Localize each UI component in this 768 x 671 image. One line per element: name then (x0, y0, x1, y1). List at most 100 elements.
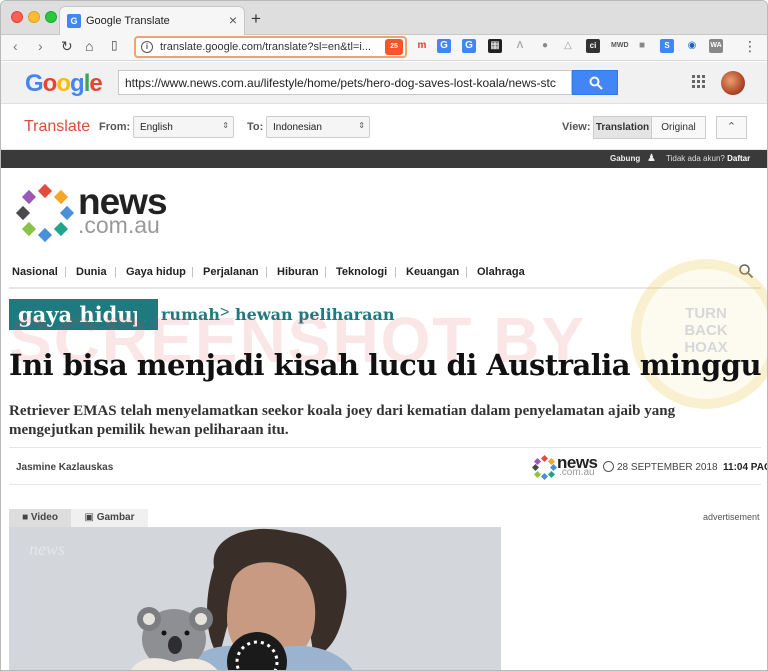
select-arrows-icon: ⇕ (358, 121, 365, 130)
browser-window: G Google Translate × + ‹ › ↻ ⌂ ▯ i trans… (0, 0, 768, 671)
site-nav: Nasional | Dunia | Gaya hidup | Perjalan… (1, 262, 767, 286)
close-window-button[interactable] (11, 11, 23, 23)
site-account-bar: Gabung ♟ Tidak ada akun? Daftar (1, 150, 767, 168)
nav-separator: | (64, 266, 67, 278)
news-logo-domain: .com.au (78, 212, 160, 238)
from-language-select[interactable]: English ⇕ (133, 116, 234, 138)
google-search-input[interactable]: https://www.news.com.au/lifestyle/home/p… (118, 70, 572, 95)
nav-separator: | (265, 266, 268, 278)
video-camera-icon: ■ (22, 512, 29, 523)
browser-toolbar: ‹ › ↻ ⌂ ▯ i translate.google.com/transla… (1, 35, 767, 61)
nav-separator: | (394, 266, 397, 278)
camera-icon: ▣ (84, 512, 94, 523)
tab-google-translate[interactable]: G Google Translate × (59, 6, 245, 36)
zoom-window-button[interactable] (45, 11, 57, 23)
news-small-logo-icon (531, 454, 558, 481)
search-query: https://www.news.com.au/lifestyle/home/p… (125, 76, 556, 90)
home-icon[interactable]: ⌂ (85, 38, 93, 54)
mega-extension-icon[interactable]: m (415, 39, 429, 53)
from-language-value: English (140, 122, 173, 133)
nav-separator: | (191, 266, 194, 278)
nav-item-nasional[interactable]: Nasional (12, 266, 58, 278)
news-logo-icon[interactable] (15, 183, 75, 243)
nav-separator: | (324, 266, 327, 278)
collapse-chevron-icon[interactable]: ⌃ (716, 116, 747, 139)
author-name[interactable]: Jasmine Kazlauskas (16, 462, 113, 473)
nav-item-teknologi[interactable]: Teknologi (336, 266, 387, 278)
bookmark-icon[interactable]: ▯ (111, 38, 118, 52)
search-icon (589, 76, 603, 90)
select-arrows-icon: ⇕ (222, 121, 229, 130)
google-extension-icon[interactable]: G (462, 39, 476, 53)
site-info-icon[interactable]: i (141, 41, 153, 53)
tab-video[interactable]: ■ Video (9, 509, 71, 527)
brave-shield-icon[interactable]: 25 (385, 39, 403, 55)
register-link[interactable]: Daftar (727, 154, 750, 163)
no-account-text: Tidak ada akun? Daftar (666, 154, 751, 163)
google-search-button[interactable] (572, 70, 618, 95)
site-search-icon[interactable] (738, 263, 754, 279)
new-tab-button[interactable]: + (251, 9, 261, 29)
browser-menu-icon[interactable]: ⋮ (743, 38, 757, 55)
breadcrumb-hewan-peliharaan[interactable]: hewan peliharaan (235, 305, 394, 324)
article-standfirst: Retriever EMAS telah menyelamatkan seeko… (9, 403, 676, 438)
news-small-logo-domain: .com.au (559, 467, 595, 478)
cube-extension-icon[interactable]: ■ (635, 39, 649, 53)
nav-item-keuangan[interactable]: Keuangan (406, 266, 459, 278)
to-language-value: Indonesian (273, 122, 322, 133)
google-apps-icon[interactable] (692, 75, 706, 89)
target-extension-icon[interactable]: ◉ (685, 39, 699, 53)
section-label[interactable]: gaya hidup (9, 299, 159, 330)
tab-close-icon[interactable]: × (229, 12, 237, 28)
article-headline: Ini bisa menjadi kisah lucu di Australia… (9, 348, 768, 382)
globe-extension-icon[interactable]: ● (538, 39, 552, 53)
address-url: translate.google.com/translate?sl=en&tl=… (160, 41, 371, 53)
minimize-window-button[interactable] (28, 11, 40, 23)
person-icon: ♟ (647, 153, 656, 164)
view-translation-button[interactable]: Translation (593, 116, 652, 139)
address-bar[interactable]: i translate.google.com/translate?sl=en&t… (134, 36, 407, 58)
account-avatar[interactable] (721, 71, 745, 95)
section-label-arrow (137, 299, 151, 330)
wa-extension-icon[interactable]: WA (709, 39, 723, 53)
article-date: 28 SEPTEMBER 2018 (617, 462, 718, 473)
view-original-button[interactable]: Original (651, 116, 706, 139)
translate-bar: Translate From: English ⇕ To: Indonesian… (1, 104, 767, 150)
nav-item-hiburan[interactable]: Hiburan (277, 266, 319, 278)
translate-extension-icon[interactable]: G (437, 39, 451, 53)
video-player[interactable]: news (9, 527, 501, 670)
to-language-select[interactable]: Indonesian ⇕ (266, 116, 370, 138)
shield-extension-icon[interactable]: △ (561, 39, 575, 53)
video-watermark-logo: news (29, 539, 65, 559)
article-byline: Jasmine Kazlauskas news .com.au 28 SEPTE… (9, 447, 767, 485)
nav-divider (9, 287, 761, 289)
google-logo[interactable]: Google (25, 70, 103, 98)
reload-icon[interactable]: ↻ (61, 38, 73, 55)
nav-item-olahraga[interactable]: Olahraga (477, 266, 525, 278)
join-link[interactable]: Gabung (610, 154, 640, 163)
nav-item-perjalanan[interactable]: Perjalanan (203, 266, 259, 278)
view-label: View: (562, 121, 591, 133)
tab-title: Google Translate (86, 15, 170, 27)
nav-item-gaya-hidup[interactable]: Gaya hidup (126, 266, 186, 278)
forward-icon[interactable]: › (38, 38, 43, 54)
archive-extension-icon[interactable]: ▦ (488, 39, 502, 53)
nav-item-dunia[interactable]: Dunia (76, 266, 107, 278)
tab-gallery[interactable]: ▣ Gambar (71, 509, 148, 527)
s-extension-icon[interactable]: S (660, 39, 674, 53)
back-icon[interactable]: ‹ (13, 38, 18, 54)
breadcrumb-rumah[interactable]: rumah (161, 305, 220, 324)
breadcrumb-separator: > (220, 304, 230, 321)
google-header: Google https://www.news.com.au/lifestyle… (1, 62, 767, 104)
translate-label[interactable]: Translate (24, 118, 90, 136)
mwd-extension-icon[interactable]: MWD (611, 39, 629, 53)
article-time: 11:04 PAGI (723, 462, 767, 473)
to-label: To: (247, 121, 264, 133)
abp-extension-icon[interactable]: Λ (513, 39, 527, 53)
dark-extension-icon[interactable]: ci (586, 39, 600, 53)
video-frame-illustration: news (9, 527, 501, 670)
nav-separator: | (114, 266, 117, 278)
clock-icon (603, 461, 614, 472)
from-label: From: (99, 121, 131, 133)
tab-strip: G Google Translate × + (1, 1, 767, 36)
